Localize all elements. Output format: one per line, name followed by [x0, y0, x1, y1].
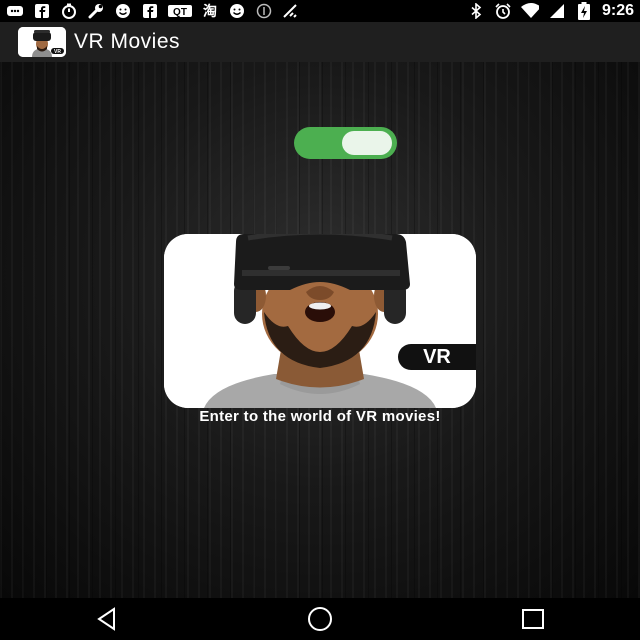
- wrench-icon: [87, 3, 105, 19]
- vr-movies-card-image[interactable]: VR: [164, 234, 476, 408]
- battery-charging-icon: [575, 2, 593, 20]
- app-title: VR Movies: [74, 30, 181, 53]
- signal-icon: [548, 3, 566, 19]
- home-icon: [307, 607, 332, 631]
- clock: 9:26: [601, 2, 634, 19]
- vr-headset-app-icon: VR: [18, 27, 66, 57]
- bluetooth-icon: [467, 3, 485, 19]
- main-content: VR Enter to the world of VR movies!: [0, 62, 640, 598]
- home-button[interactable]: [290, 598, 350, 640]
- system-icons: 9:26: [467, 2, 634, 20]
- smiley-icon: [228, 3, 246, 19]
- svg-text:QT: QT: [173, 7, 187, 18]
- recents-icon: [522, 609, 545, 629]
- qt-icon: QT: [168, 3, 192, 19]
- svg-text:VR: VR: [54, 49, 61, 55]
- smiley-icon: [114, 3, 132, 19]
- back-icon: [96, 607, 115, 631]
- timer-icon: [60, 3, 78, 19]
- wifi-icon: [520, 3, 539, 19]
- navigation-bar: [0, 598, 640, 640]
- facebook-icon: [141, 3, 159, 19]
- vr-headset-person-image: [164, 234, 476, 408]
- status-bar: QT 淘 9:26: [0, 0, 640, 22]
- message-icon: [6, 3, 24, 19]
- alarm-icon: [494, 3, 512, 19]
- facebook-icon: [33, 3, 51, 19]
- back-button[interactable]: [77, 598, 137, 640]
- no-signal-icon: [282, 3, 300, 19]
- recents-button[interactable]: [503, 598, 563, 640]
- notification-icons: QT 淘: [6, 3, 300, 19]
- toggle-thumb: [342, 131, 392, 155]
- taobao-icon: 淘: [201, 3, 219, 19]
- vr-badge: VR: [398, 344, 476, 370]
- tagline: Enter to the world of VR movies!: [199, 408, 441, 425]
- app-icon: VR: [18, 27, 66, 57]
- app-bar: VR VR Movies: [0, 22, 640, 62]
- svg-text:淘: 淘: [203, 3, 217, 19]
- cancel-circle-icon: [255, 3, 273, 19]
- vr-mode-toggle[interactable]: [294, 127, 397, 159]
